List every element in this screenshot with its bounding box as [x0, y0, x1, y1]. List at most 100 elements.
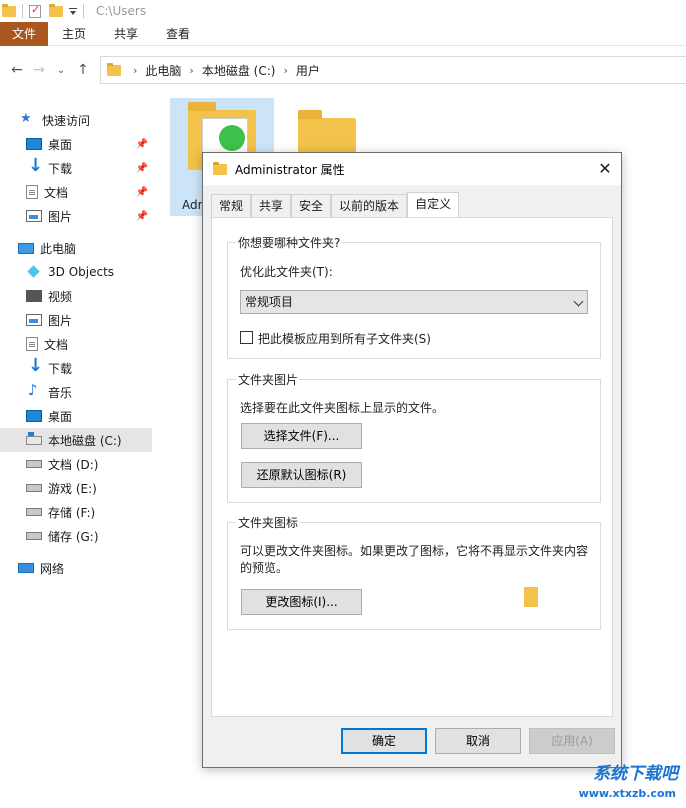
- tab-sharing[interactable]: 共享: [251, 194, 291, 217]
- download-icon: [26, 161, 42, 175]
- sidebar-item-desktop[interactable]: 桌面 📌: [0, 132, 152, 156]
- network-icon: [18, 563, 34, 573]
- breadcrumb-drive-c[interactable]: 本地磁盘 (C:): [202, 62, 276, 79]
- desktop-icon: [26, 410, 42, 422]
- picture-icon: [26, 210, 42, 222]
- sidebar-item-downloads-pc[interactable]: 下载: [0, 356, 152, 380]
- pin-icon[interactable]: 📌: [136, 163, 148, 174]
- sidebar-item-desktop-pc[interactable]: 桌面: [0, 404, 152, 428]
- sidebar-item-this-pc[interactable]: 此电脑: [0, 236, 152, 260]
- folder-pictures-desc: 选择要在此文件夹图标上显示的文件。: [240, 399, 444, 416]
- close-icon[interactable]: ✕: [595, 159, 615, 179]
- sidebar-item-documents-pc[interactable]: 文档: [0, 332, 152, 356]
- optimize-select[interactable]: 常规项目: [240, 290, 588, 314]
- new-folder-icon[interactable]: [49, 6, 63, 17]
- sidebar-item-label: 储存 (G:): [48, 528, 99, 545]
- picture-icon: [26, 314, 42, 326]
- sidebar-item-label: 游戏 (E:): [48, 480, 97, 497]
- breadcrumb-users[interactable]: 用户: [296, 62, 320, 79]
- group-legend: 你想要哪种文件夹?: [236, 234, 342, 251]
- sidebar-item-label: 桌面: [48, 136, 72, 153]
- sidebar-item-drive-f[interactable]: 存储 (F:): [0, 500, 152, 524]
- chevron-right-icon[interactable]: ›: [283, 64, 287, 77]
- document-icon: [26, 337, 38, 351]
- dialog-title-bar[interactable]: Administrator 属性 ✕: [203, 153, 621, 185]
- ok-button[interactable]: 确定: [341, 728, 427, 754]
- drive-icon: [26, 484, 42, 492]
- music-icon: [26, 385, 42, 399]
- folder-icon-preview: [524, 587, 538, 607]
- star-icon: [20, 113, 36, 127]
- address-bar[interactable]: › 此电脑 › 本地磁盘 (C:) › 用户: [100, 56, 686, 84]
- video-icon: [26, 290, 42, 302]
- dialog-tabs: 常规 共享 安全 以前的版本 自定义: [211, 193, 459, 217]
- tab-file[interactable]: 文件: [0, 22, 48, 46]
- apply-button[interactable]: 应用(A): [529, 728, 615, 754]
- back-arrow-icon[interactable]: ←: [6, 62, 28, 78]
- sidebar-item-label: 下载: [48, 360, 72, 377]
- tab-customize[interactable]: 自定义: [407, 192, 459, 217]
- change-icon-button[interactable]: 更改图标(I)...: [241, 589, 362, 615]
- pin-icon[interactable]: 📌: [136, 187, 148, 198]
- folder-pictures-group: 文件夹图片 选择要在此文件夹图标上显示的文件。 选择文件(F)... 还原默认图…: [227, 379, 601, 503]
- chevron-right-icon[interactable]: ›: [189, 64, 193, 77]
- sidebar-item-label: 快速访问: [42, 112, 90, 129]
- folder-icons-desc-line2: 的预览。: [240, 559, 288, 576]
- title-bar: C:\Users: [0, 0, 686, 22]
- recent-locations-icon[interactable]: ⌄: [50, 65, 72, 76]
- watermark-logo: 系统下载吧: [593, 759, 678, 784]
- ribbon-tabs: 文件 主页 共享 查看: [0, 22, 686, 46]
- up-arrow-icon[interactable]: ↑: [72, 62, 94, 78]
- folder-icon: [107, 65, 121, 76]
- sidebar-item-drive-g[interactable]: 储存 (G:): [0, 524, 152, 548]
- sidebar-item-drive-d[interactable]: 文档 (D:): [0, 452, 152, 476]
- sidebar-item-label: 网络: [40, 560, 64, 577]
- cancel-button[interactable]: 取消: [435, 728, 521, 754]
- navigation-pane: 快速访问 桌面 📌 下载 📌 文档 📌 图片 📌 此电脑 3D Objects …: [0, 104, 152, 808]
- tab-home[interactable]: 主页: [48, 22, 100, 46]
- folder-icons-group: 文件夹图标 可以更改文件夹图标。如果更改了图标，它将不再显示文件夹内容 的预览。…: [227, 522, 601, 630]
- tab-view[interactable]: 查看: [152, 22, 204, 46]
- tab-general[interactable]: 常规: [211, 194, 251, 217]
- choose-file-button[interactable]: 选择文件(F)...: [241, 423, 362, 449]
- sidebar-item-network[interactable]: 网络: [0, 556, 152, 580]
- desktop-icon: [26, 138, 42, 150]
- tab-security[interactable]: 安全: [291, 194, 331, 217]
- dialog-title: Administrator 属性: [235, 161, 345, 178]
- folder-icon: [2, 6, 16, 17]
- pin-icon[interactable]: 📌: [136, 139, 148, 150]
- pin-icon[interactable]: 📌: [136, 211, 148, 222]
- chevron-right-icon[interactable]: ›: [133, 64, 137, 77]
- breadcrumb-this-pc[interactable]: 此电脑: [145, 62, 181, 79]
- sidebar-item-pictures-pc[interactable]: 图片: [0, 308, 152, 332]
- tab-share[interactable]: 共享: [100, 22, 152, 46]
- properties-icon[interactable]: [29, 5, 41, 18]
- sidebar-item-label: 3D Objects: [48, 265, 114, 279]
- group-legend: 文件夹图标: [236, 514, 300, 531]
- tab-previous-versions[interactable]: 以前的版本: [331, 194, 407, 217]
- computer-icon: [18, 243, 34, 254]
- sidebar-item-music[interactable]: 音乐: [0, 380, 152, 404]
- folder-type-group: 你想要哪种文件夹? 优化此文件夹(T): 常规项目 把此模板应用到所有子文件夹(…: [227, 242, 601, 359]
- navigation-bar: ← → ⌄ ↑ › 此电脑 › 本地磁盘 (C:) › 用户: [0, 46, 686, 94]
- sidebar-item-label: 存储 (F:): [48, 504, 95, 521]
- sidebar-item-quick-access[interactable]: 快速访问: [0, 108, 152, 132]
- sidebar-item-drive-e[interactable]: 游戏 (E:): [0, 476, 152, 500]
- sidebar-item-downloads[interactable]: 下载 📌: [0, 156, 152, 180]
- sidebar-item-label: 视频: [48, 288, 72, 305]
- drive-icon: [26, 508, 42, 516]
- apply-subfolders-checkbox[interactable]: [240, 331, 253, 344]
- sidebar-item-label: 文档: [44, 336, 68, 353]
- chevron-down-icon: [574, 297, 584, 307]
- customize-toolbar-icon[interactable]: [69, 6, 77, 16]
- sidebar-item-drive-c[interactable]: 本地磁盘 (C:): [0, 428, 152, 452]
- apply-subfolders-label[interactable]: 把此模板应用到所有子文件夹(S): [258, 330, 431, 347]
- sidebar-item-label: 下载: [48, 160, 72, 177]
- separator: [83, 4, 84, 18]
- sidebar-item-3d-objects[interactable]: 3D Objects: [0, 260, 152, 284]
- forward-arrow-icon[interactable]: →: [28, 62, 50, 78]
- restore-default-button[interactable]: 还原默认图标(R): [241, 462, 362, 488]
- sidebar-item-videos[interactable]: 视频: [0, 284, 152, 308]
- sidebar-item-documents[interactable]: 文档 📌: [0, 180, 152, 204]
- sidebar-item-pictures[interactable]: 图片 📌: [0, 204, 152, 228]
